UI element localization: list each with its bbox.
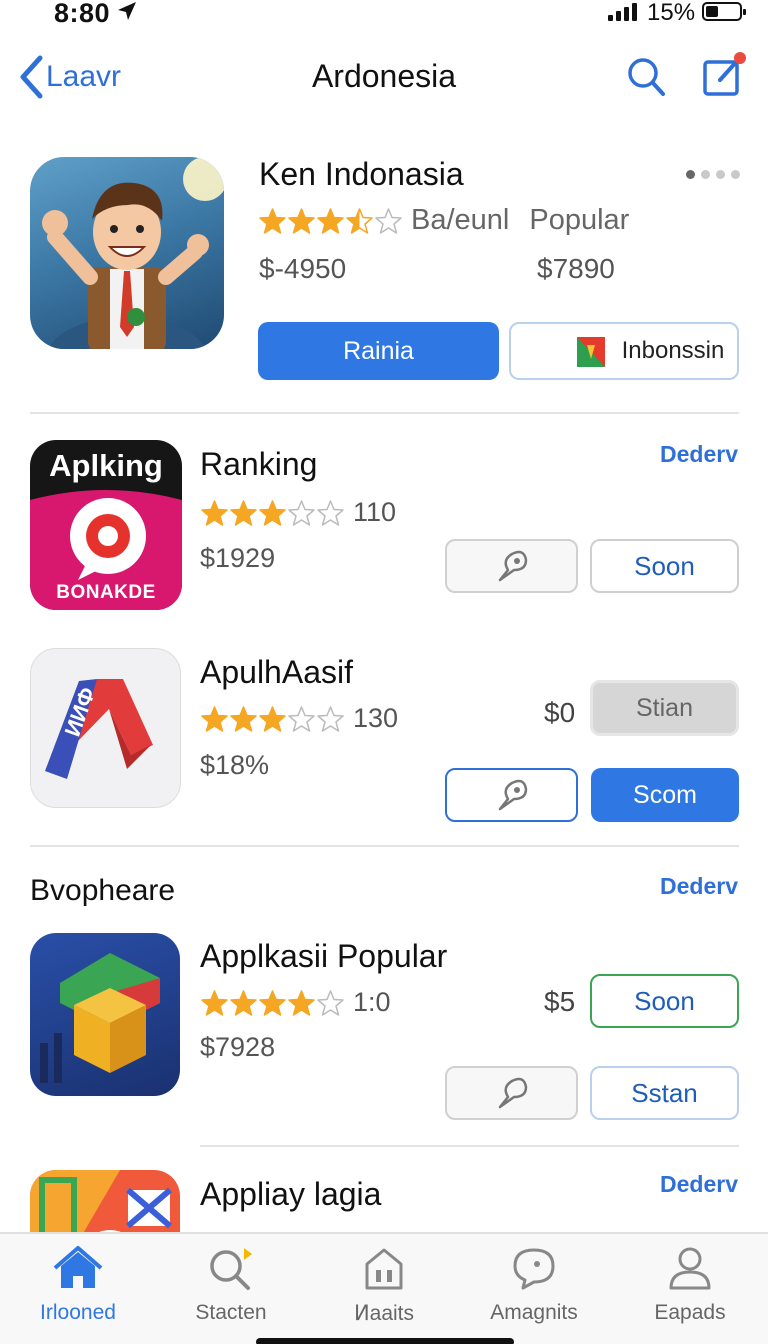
tab-label: Stacten — [195, 1301, 267, 1324]
star-icon — [317, 499, 344, 526]
tab-bar: Irlooned Stacten Ͷaaits Amagnits Eapads — [0, 1232, 768, 1344]
star-rating — [200, 989, 345, 1017]
featured-category: Popular — [529, 204, 630, 236]
home-icon — [53, 1246, 103, 1288]
tab-label: Eapads — [654, 1301, 726, 1324]
pin-icon — [498, 550, 527, 582]
star-icon — [201, 705, 228, 732]
star-icon — [259, 705, 286, 732]
star-icon — [288, 989, 315, 1016]
star-icon — [201, 989, 228, 1016]
star-icon — [230, 705, 257, 732]
rating-count: 110 — [353, 497, 397, 527]
wishlist-button[interactable] — [445, 539, 578, 593]
install-button[interactable]: Sstan — [590, 1066, 739, 1120]
star-icon — [230, 499, 257, 526]
tab-profile[interactable]: Eapads — [630, 1244, 750, 1325]
star-icon — [317, 207, 344, 234]
rating-count: 1:0 — [353, 987, 391, 1017]
person-icon — [669, 1247, 711, 1290]
featured-price-alt: $7890 — [537, 253, 615, 284]
app-rating: 130 — [200, 703, 398, 734]
featured-app-title[interactable]: Ken Indonasia — [259, 156, 464, 193]
location-arrow-icon — [118, 2, 136, 20]
app-name[interactable]: Appliay lagia — [200, 1176, 381, 1213]
star-icon — [346, 207, 373, 234]
featured-primary-button[interactable]: Rainia — [258, 322, 499, 380]
grey-button[interactable]: Stian — [590, 680, 739, 736]
app-name[interactable]: Ranking — [200, 446, 317, 483]
search-icon[interactable] — [626, 56, 666, 98]
tab-label: Amagnits — [490, 1301, 578, 1324]
nav-bar: Laavr Ardonesia — [0, 40, 768, 120]
divider — [30, 412, 739, 414]
search-icon — [210, 1248, 252, 1290]
details-link[interactable]: Dederv — [660, 1171, 738, 1198]
app-icon-subtext: BONAKDE — [56, 582, 156, 603]
pin-icon — [498, 1077, 527, 1109]
star-icon — [288, 207, 315, 234]
featured-secondary-button[interactable]: Inbonssin — [509, 322, 739, 380]
star-icon — [259, 207, 286, 234]
star-icon — [288, 705, 315, 732]
apps-icon — [365, 1248, 403, 1290]
app-price: $7928 — [200, 1032, 276, 1062]
tab-search[interactable]: Stacten — [171, 1244, 291, 1325]
featured-rating: Ba/eunl Popular — [258, 204, 629, 237]
tab-messages[interactable]: Amagnits — [474, 1244, 594, 1325]
get-button[interactable]: Scom — [591, 768, 739, 822]
featured-secondary-label: Inbonssin — [621, 337, 725, 364]
battery-icon — [702, 2, 746, 21]
star-icon — [317, 989, 344, 1016]
app-price: $18% — [200, 750, 270, 780]
wishlist-button[interactable] — [445, 768, 578, 822]
app-name[interactable]: Applkasii Popular — [200, 938, 447, 975]
star-icon — [288, 499, 315, 526]
star-rating — [200, 705, 345, 733]
app-icon-applkasii[interactable] — [30, 933, 180, 1096]
star-rating — [200, 499, 345, 527]
tab-apps[interactable]: Ͷaaits — [324, 1244, 444, 1326]
chat-icon — [513, 1248, 555, 1290]
featured-meta: Ba/eunl — [411, 204, 510, 236]
get-button[interactable]: Soon — [590, 974, 739, 1028]
star-icon — [317, 705, 344, 732]
home-indicator[interactable] — [256, 1338, 514, 1344]
details-link[interactable]: Dederv — [660, 441, 738, 468]
wishlist-button[interactable] — [445, 1066, 578, 1120]
divider — [30, 845, 739, 847]
tab-label: Ͷaaits — [353, 1302, 415, 1325]
star-icon — [230, 989, 257, 1016]
side-price: $0 — [544, 697, 576, 728]
featured-app-icon[interactable] — [30, 157, 224, 349]
section-title: Bvopheare — [30, 874, 176, 907]
divider — [200, 1145, 739, 1147]
app-name[interactable]: ApulhAasif — [200, 654, 353, 691]
rating-count: 130 — [353, 703, 399, 733]
flag-icon — [577, 337, 605, 367]
star-rating — [258, 207, 403, 235]
star-icon — [259, 499, 286, 526]
side-price: $5 — [544, 986, 576, 1017]
compose-icon[interactable] — [700, 50, 750, 100]
app-rating: 1:0 — [200, 987, 391, 1018]
status-bar: 8:80 15% — [0, 0, 768, 28]
get-button[interactable]: Soon — [590, 539, 739, 593]
tab-label: Irlooned — [40, 1301, 116, 1324]
tab-home[interactable]: Irlooned — [18, 1244, 138, 1325]
battery-percent: 15% — [647, 0, 696, 26]
pin-icon — [498, 779, 527, 811]
page-dots[interactable] — [686, 170, 740, 179]
signal-icon — [608, 3, 637, 21]
see-all-link[interactable]: Dederv — [660, 873, 738, 900]
featured-price: $-4950 — [259, 253, 347, 284]
app-rating: 110 — [200, 497, 396, 528]
app-icon-ranking[interactable]: Aplking BONAKDE — [30, 440, 182, 610]
star-icon — [375, 207, 402, 234]
star-icon — [259, 989, 286, 1016]
app-price: $1929 — [200, 543, 276, 573]
status-time: 8:80 — [54, 0, 111, 28]
app-icon-apulhaasif[interactable]: ИИФ — [30, 648, 181, 808]
star-icon — [201, 499, 228, 526]
